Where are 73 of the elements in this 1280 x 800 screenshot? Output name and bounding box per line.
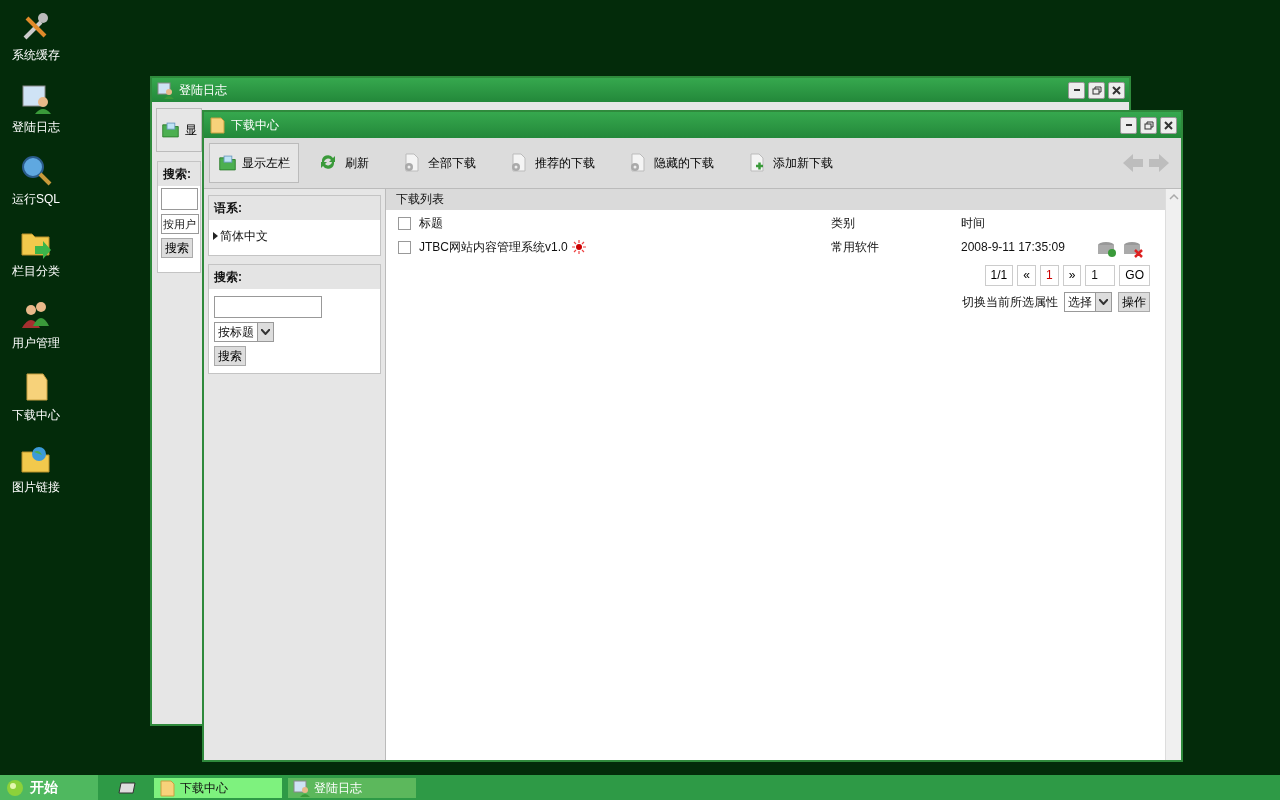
pager-button[interactable]: 1/1 xyxy=(984,265,1014,286)
list-header: 下载列表 xyxy=(386,189,1165,210)
pager-button[interactable]: » xyxy=(1062,265,1082,286)
search-button[interactable]: 搜索 xyxy=(214,346,246,366)
folder-icon xyxy=(158,778,176,797)
checkbox[interactable] xyxy=(398,216,411,230)
search-select[interactable]: 按标题 xyxy=(214,322,274,342)
toolbar-button[interactable]: 刷新 xyxy=(305,143,382,183)
icon-label[interactable]: 系统缓存 xyxy=(12,46,60,64)
restore-button[interactable] xyxy=(1140,116,1157,134)
toolbar-button[interactable]: 显 xyxy=(156,108,202,152)
close-icon xyxy=(1111,84,1122,96)
database-delete-icon[interactable] xyxy=(1123,240,1143,258)
search-select[interactable]: 按用户 xyxy=(161,214,199,234)
minimize-icon xyxy=(1125,124,1132,126)
toolbar-button[interactable]: 推荐的下载 xyxy=(495,143,608,183)
caret-icon xyxy=(261,329,270,335)
taskbar-button[interactable]: 下载中心 xyxy=(154,777,282,798)
panel-heading: 搜索: xyxy=(158,162,200,186)
toolbar-button[interactable]: 全部下载 xyxy=(388,143,489,183)
close-button[interactable] xyxy=(1108,81,1125,99)
table-cell-text: 2008-9-11 17:35:09 xyxy=(961,239,1066,256)
icon-label[interactable]: 运行SQL xyxy=(12,190,60,208)
icon-label[interactable]: 下载中心 xyxy=(12,406,60,424)
search-field[interactable] xyxy=(214,296,322,318)
minimize-button[interactable] xyxy=(1068,81,1085,99)
checkbox[interactable] xyxy=(398,240,411,254)
table-cell-text: 常用软件 xyxy=(831,239,880,256)
search-button[interactable]: 搜索 xyxy=(161,238,193,258)
toolbar-button[interactable]: 隐藏的下载 xyxy=(614,143,727,183)
page-input[interactable]: 1 xyxy=(1085,265,1116,286)
icon-label[interactable]: 登陆日志 xyxy=(12,118,60,136)
window-title: 下载中心 xyxy=(231,117,279,134)
apply-button[interactable]: 操作 xyxy=(1118,292,1150,312)
column-header[interactable]: 类别 xyxy=(831,214,961,232)
minimize-button[interactable] xyxy=(1120,116,1137,134)
folder-icon xyxy=(218,152,237,174)
person-document-icon xyxy=(156,81,174,99)
panel-heading: 语系: xyxy=(209,196,380,220)
restore-icon xyxy=(1143,119,1154,131)
pager-button[interactable]: « xyxy=(1017,265,1036,286)
close-button[interactable] xyxy=(1160,116,1177,134)
close-icon xyxy=(1163,119,1174,131)
search-field[interactable] xyxy=(161,188,198,210)
triangle-icon xyxy=(213,232,218,240)
toolbar-button[interactable]: 添加新下载 xyxy=(733,143,846,183)
person-document-icon xyxy=(292,778,310,797)
person-document-icon[interactable] xyxy=(19,82,53,116)
toolbar-button[interactable]: 显示左栏 xyxy=(209,143,299,183)
ball-icon xyxy=(6,778,24,797)
icon-label[interactable]: 栏目分类 xyxy=(12,262,60,280)
language-link[interactable]: 简体中文 xyxy=(220,227,268,245)
database-refresh-icon[interactable] xyxy=(1097,240,1117,258)
icon-label[interactable]: 用户管理 xyxy=(12,334,60,352)
restore-icon xyxy=(1091,84,1102,96)
restore-button[interactable] xyxy=(1088,81,1105,99)
folder-icon xyxy=(161,119,180,141)
column-header[interactable]: 标题 xyxy=(419,214,443,232)
go-button[interactable]: GO xyxy=(1119,265,1150,286)
show-desktop-icon[interactable] xyxy=(118,781,136,794)
pager-button[interactable]: 1 xyxy=(1039,265,1059,286)
scrollbar[interactable] xyxy=(1165,189,1181,760)
icon-label[interactable]: 图片链接 xyxy=(12,478,60,496)
column-header[interactable]: 时间 xyxy=(961,214,1097,232)
caret-icon xyxy=(1099,299,1108,305)
magnifier-icon[interactable] xyxy=(19,154,53,188)
window-title: 登陆日志 xyxy=(179,82,227,99)
folder-icon xyxy=(208,116,226,134)
batch-label: 切换当前所选属性 xyxy=(962,294,1058,311)
attribute-select[interactable]: 选择 xyxy=(1064,292,1112,312)
panel-heading: 搜索: xyxy=(209,265,380,289)
table-cell-text: JTBC网站内容管理系统v1.0 xyxy=(419,239,568,256)
minimize-icon xyxy=(1073,89,1080,91)
